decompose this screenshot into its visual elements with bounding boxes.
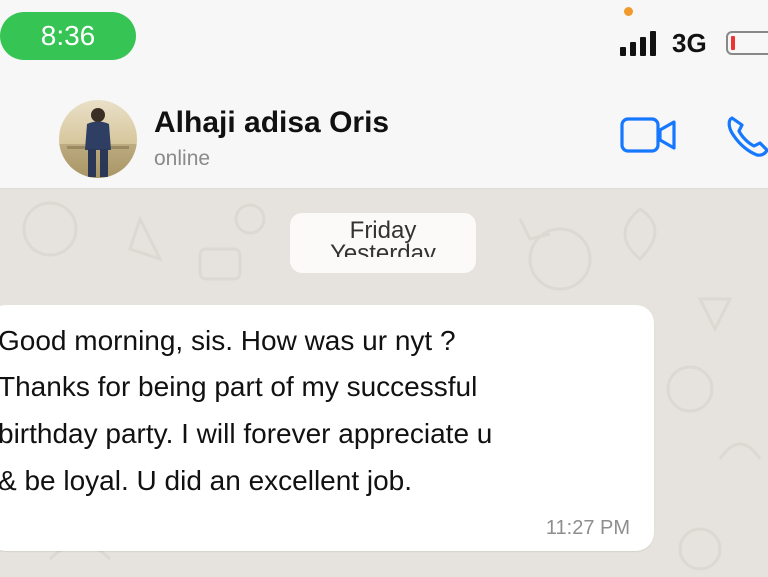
avatar[interactable]: [59, 100, 137, 178]
battery-level: [731, 36, 735, 50]
message-line: birthday party. I will forever appreciat…: [0, 418, 493, 449]
avatar-photo: [59, 108, 137, 178]
contact-name[interactable]: Alhaji adisa Oris: [154, 106, 389, 140]
date-separator-secondary: Yesterday: [330, 240, 436, 257]
status-bar: 8:36 3G: [0, 0, 768, 86]
network-type: 3G: [672, 28, 707, 58]
incoming-message-bubble[interactable]: Good morning, sis. How was ur nyt ? Than…: [0, 305, 654, 551]
signal-strength-icon: [620, 30, 664, 56]
chat-header: Alhaji adisa Oris online: [0, 86, 768, 189]
battery-icon: [726, 31, 768, 55]
message-line: & be loyal. U did an excellent job.: [0, 465, 413, 496]
video-call-icon[interactable]: [620, 116, 678, 154]
message-timestamp: 11:27 PM: [545, 517, 630, 539]
voice-call-icon[interactable]: [724, 112, 768, 160]
message-line: Thanks for being part of my successful: [0, 371, 478, 402]
message-line: Good morning, sis. How was ur nyt ?: [0, 325, 456, 356]
date-separator-chip: Friday Yesterday: [290, 213, 476, 273]
chat-area[interactable]: Friday Yesterday Good morning, sis. How …: [0, 189, 768, 577]
privacy-indicator-dot: [624, 7, 633, 16]
contact-status: online: [154, 147, 211, 170]
status-time[interactable]: 8:36: [0, 12, 136, 60]
